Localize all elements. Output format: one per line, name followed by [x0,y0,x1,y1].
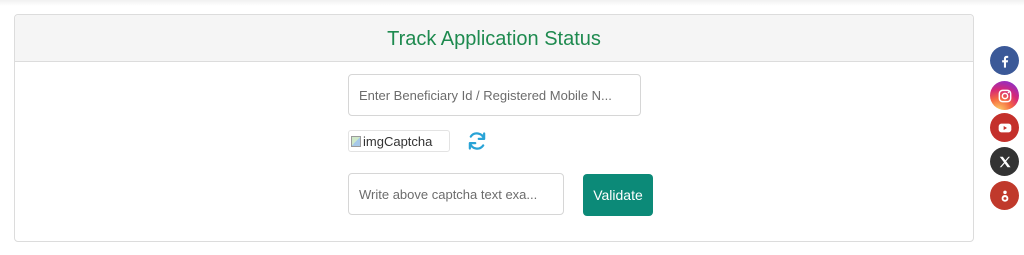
instagram-icon [998,89,1011,102]
youtube-icon [998,123,1011,132]
beneficiary-id-input[interactable] [348,74,641,116]
x-link[interactable] [990,147,1019,176]
validate-button[interactable]: Validate [583,174,653,216]
koo-link[interactable] [990,181,1019,210]
facebook-icon [1001,55,1008,68]
card-header: Track Application Status [15,15,973,62]
page-title: Track Application Status [387,27,601,50]
captcha-image: imgCaptcha [348,130,450,152]
koo-icon [1001,190,1008,202]
captcha-text-input[interactable] [348,173,564,215]
instagram-link[interactable] [990,81,1019,110]
refresh-icon[interactable] [466,130,488,152]
broken-image-icon [351,135,361,147]
youtube-link[interactable] [990,113,1019,142]
x-icon [999,156,1011,167]
facebook-link[interactable] [990,46,1019,75]
track-status-card: Track Application Status imgCaptcha Vali… [14,14,974,242]
captcha-alt-text: imgCaptcha [363,133,433,149]
top-shade [0,0,1024,6]
